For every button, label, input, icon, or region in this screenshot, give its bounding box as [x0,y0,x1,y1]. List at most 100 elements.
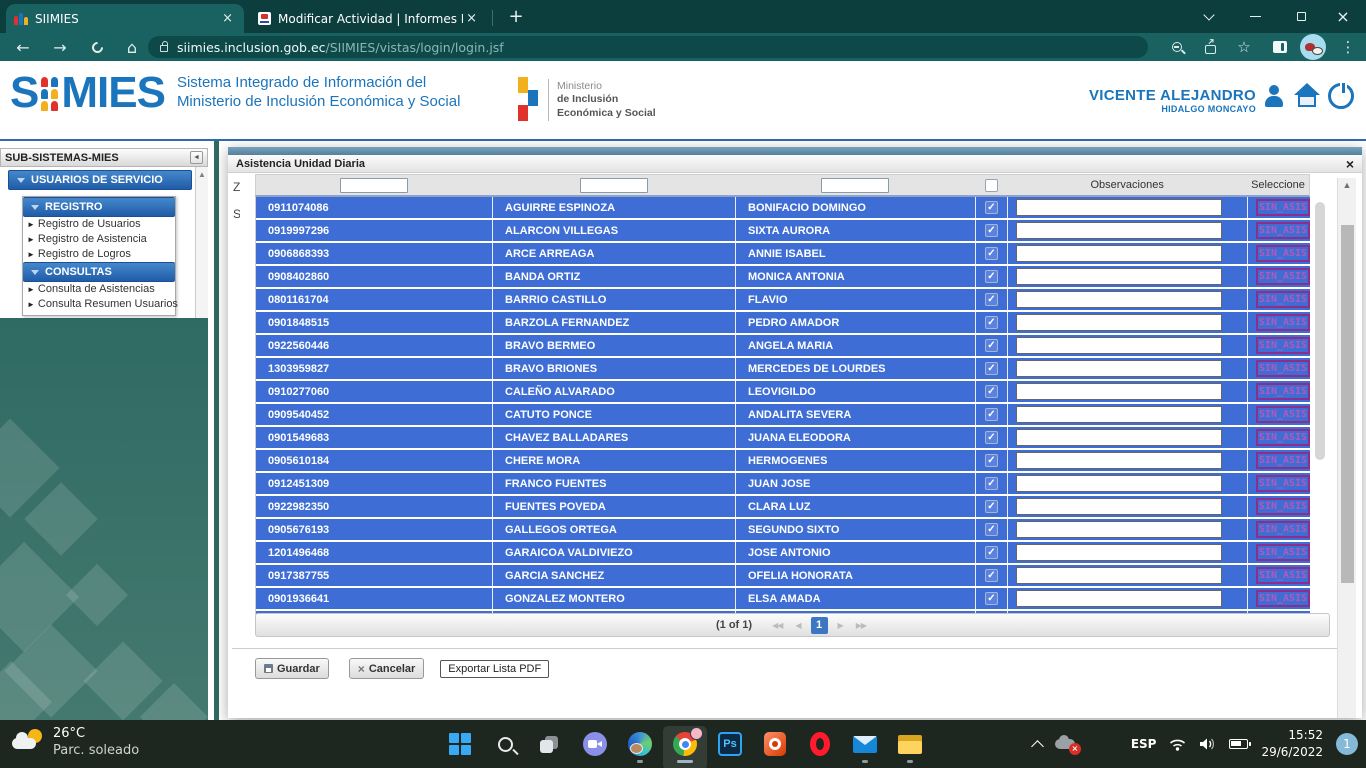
observaciones-input[interactable] [1016,337,1222,354]
dialog-scrollbar-thumb[interactable] [1341,225,1354,583]
row-checkbox[interactable]: ✓ [985,224,998,237]
sin-asis-button[interactable]: SIN_ASIS [1256,590,1310,607]
profile-icon[interactable] [1262,84,1286,108]
dialog-title-bar[interactable]: Asistencia Unidad Diaria × [228,155,1362,173]
observaciones-input[interactable] [1016,245,1222,262]
row-checkbox[interactable]: ✓ [985,362,998,375]
window-close-button[interactable]: × [1320,0,1366,33]
row-checkbox[interactable]: ✓ [985,569,998,582]
profile-avatar[interactable] [1300,34,1326,60]
row-checkbox[interactable]: ✓ [985,523,998,536]
observaciones-input[interactable] [1016,452,1222,469]
observaciones-input[interactable] [1016,360,1222,377]
battery-icon[interactable] [1229,739,1248,749]
home-icon[interactable] [1294,84,1320,108]
language-indicator[interactable]: ESP [1131,737,1157,751]
logout-power-icon[interactable] [1328,83,1354,109]
sin-asis-button[interactable]: SIN_ASIS [1256,521,1310,538]
sin-asis-button[interactable]: SIN_ASIS [1256,314,1310,331]
scroll-up-icon[interactable]: ▲ [1338,178,1356,190]
search-button[interactable] [493,724,517,764]
exportar-pdf-button[interactable]: Exportar Lista PDF [440,660,549,678]
paginator-last-button[interactable]: ▶▶ [853,621,869,630]
table-scrollbar-thumb[interactable] [1315,202,1325,460]
paginator-next-button[interactable]: ▶ [835,621,846,630]
observaciones-input[interactable] [1016,544,1222,561]
row-checkbox[interactable]: ✓ [985,316,998,329]
sidebar-item-registro-usuarios[interactable]: ►Registro de Usuarios [23,217,175,232]
menu-group-registro[interactable]: REGISTRO [23,197,175,217]
dialog-scrollbar[interactable]: ▲ [1337,178,1356,718]
start-button[interactable] [448,724,472,764]
sidebar-item-registro-asistencia[interactable]: ►Registro de Asistencia [23,232,175,247]
wifi-icon[interactable] [1169,737,1186,751]
row-checkbox[interactable]: ✓ [985,293,998,306]
row-checkbox[interactable]: ✓ [985,408,998,421]
opera-button[interactable] [808,724,832,764]
onedrive-icon[interactable]: × [1055,736,1079,752]
notification-count-badge[interactable]: 1 [1336,733,1358,755]
dialog-close-icon[interactable]: × [1346,158,1354,170]
sin-asis-button[interactable]: SIN_ASIS [1256,245,1310,262]
panel-collapse-button[interactable]: ◄ [190,151,203,164]
observaciones-input[interactable] [1016,429,1222,446]
paginator-first-button[interactable]: ◀◀ [769,621,785,630]
scroll-up-icon[interactable]: ▲ [196,167,208,179]
row-checkbox[interactable]: ✓ [985,339,998,352]
volume-icon[interactable] [1199,737,1216,751]
address-bar[interactable]: siimies.inclusion.gob.ec/SIIMIES/vistas/… [148,36,1148,58]
paginator-prev-button[interactable]: ◀ [792,621,803,630]
sidebar-toggle-button[interactable] [1266,33,1294,61]
tab-search-chevron-icon[interactable] [1186,0,1232,33]
row-checkbox[interactable]: ✓ [985,592,998,605]
sidebar-section-usuarios[interactable]: USUARIOS DE SERVICIO [8,170,192,190]
tab-close-icon[interactable]: × [463,11,480,26]
paginator-page-1[interactable]: 1 [811,617,828,634]
observaciones-input[interactable] [1016,521,1222,538]
sin-asis-button[interactable]: SIN_ASIS [1256,498,1310,515]
sin-asis-button[interactable]: SIN_ASIS [1256,452,1310,469]
chrome-button[interactable] [673,724,697,764]
sidebar-item-registro-logros[interactable]: ►Registro de Logros [23,247,175,262]
sin-asis-button[interactable]: SIN_ASIS [1256,567,1310,584]
sin-asis-button[interactable]: SIN_ASIS [1256,291,1310,308]
sidebar-scrollbar[interactable]: ▲ [195,167,208,318]
row-checkbox[interactable]: ✓ [985,431,998,444]
tray-chevron-up-icon[interactable] [1031,740,1044,753]
sin-asis-button[interactable]: SIN_ASIS [1256,544,1310,561]
tab-siimies[interactable]: SIIMIES × [6,4,244,33]
observaciones-input[interactable] [1016,314,1222,331]
tab-close-icon[interactable]: × [219,11,236,26]
row-checkbox[interactable]: ✓ [985,201,998,214]
share-button[interactable] [1196,33,1224,61]
row-checkbox[interactable]: ✓ [985,454,998,467]
sin-asis-button[interactable]: SIN_ASIS [1256,383,1310,400]
weather-widget[interactable]: 26°C Parc. soleado [12,726,139,758]
sin-asis-button[interactable]: SIN_ASIS [1256,429,1310,446]
office-button[interactable] [763,724,787,764]
menu-group-consultas[interactable]: CONSULTAS [23,262,175,282]
guardar-button[interactable]: Guardar [255,658,329,679]
sin-asis-button[interactable]: SIN_ASIS [1256,222,1310,239]
sin-asis-button[interactable]: SIN_ASIS [1256,199,1310,216]
mail-button[interactable] [853,724,877,764]
observaciones-input[interactable] [1016,291,1222,308]
tab-modificar-actividad[interactable]: Modificar Actividad | Informes M × [250,4,488,33]
reload-button[interactable] [82,33,112,61]
observaciones-input[interactable] [1016,590,1222,607]
cancelar-button[interactable]: × Cancelar [349,658,425,679]
observaciones-input[interactable] [1016,268,1222,285]
window-minimize-button[interactable] [1232,0,1278,33]
zoom-out-button[interactable] [1163,33,1191,61]
forward-button[interactable]: → [45,33,75,61]
bookmark-star-button[interactable]: ☆ [1230,33,1258,61]
row-checkbox[interactable]: ✓ [985,500,998,513]
observaciones-input[interactable] [1016,199,1222,216]
nombres-filter-input[interactable] [821,178,889,193]
sidebar-item-consulta-resumen[interactable]: ►Consulta Resumen Usuarios [23,297,175,312]
cedula-filter-input[interactable] [340,178,408,193]
sin-asis-button[interactable]: SIN_ASIS [1256,475,1310,492]
sin-asis-button[interactable]: SIN_ASIS [1256,406,1310,423]
clock[interactable]: 15:52 29/6/2022 [1261,727,1323,762]
task-view-button[interactable] [538,724,562,764]
